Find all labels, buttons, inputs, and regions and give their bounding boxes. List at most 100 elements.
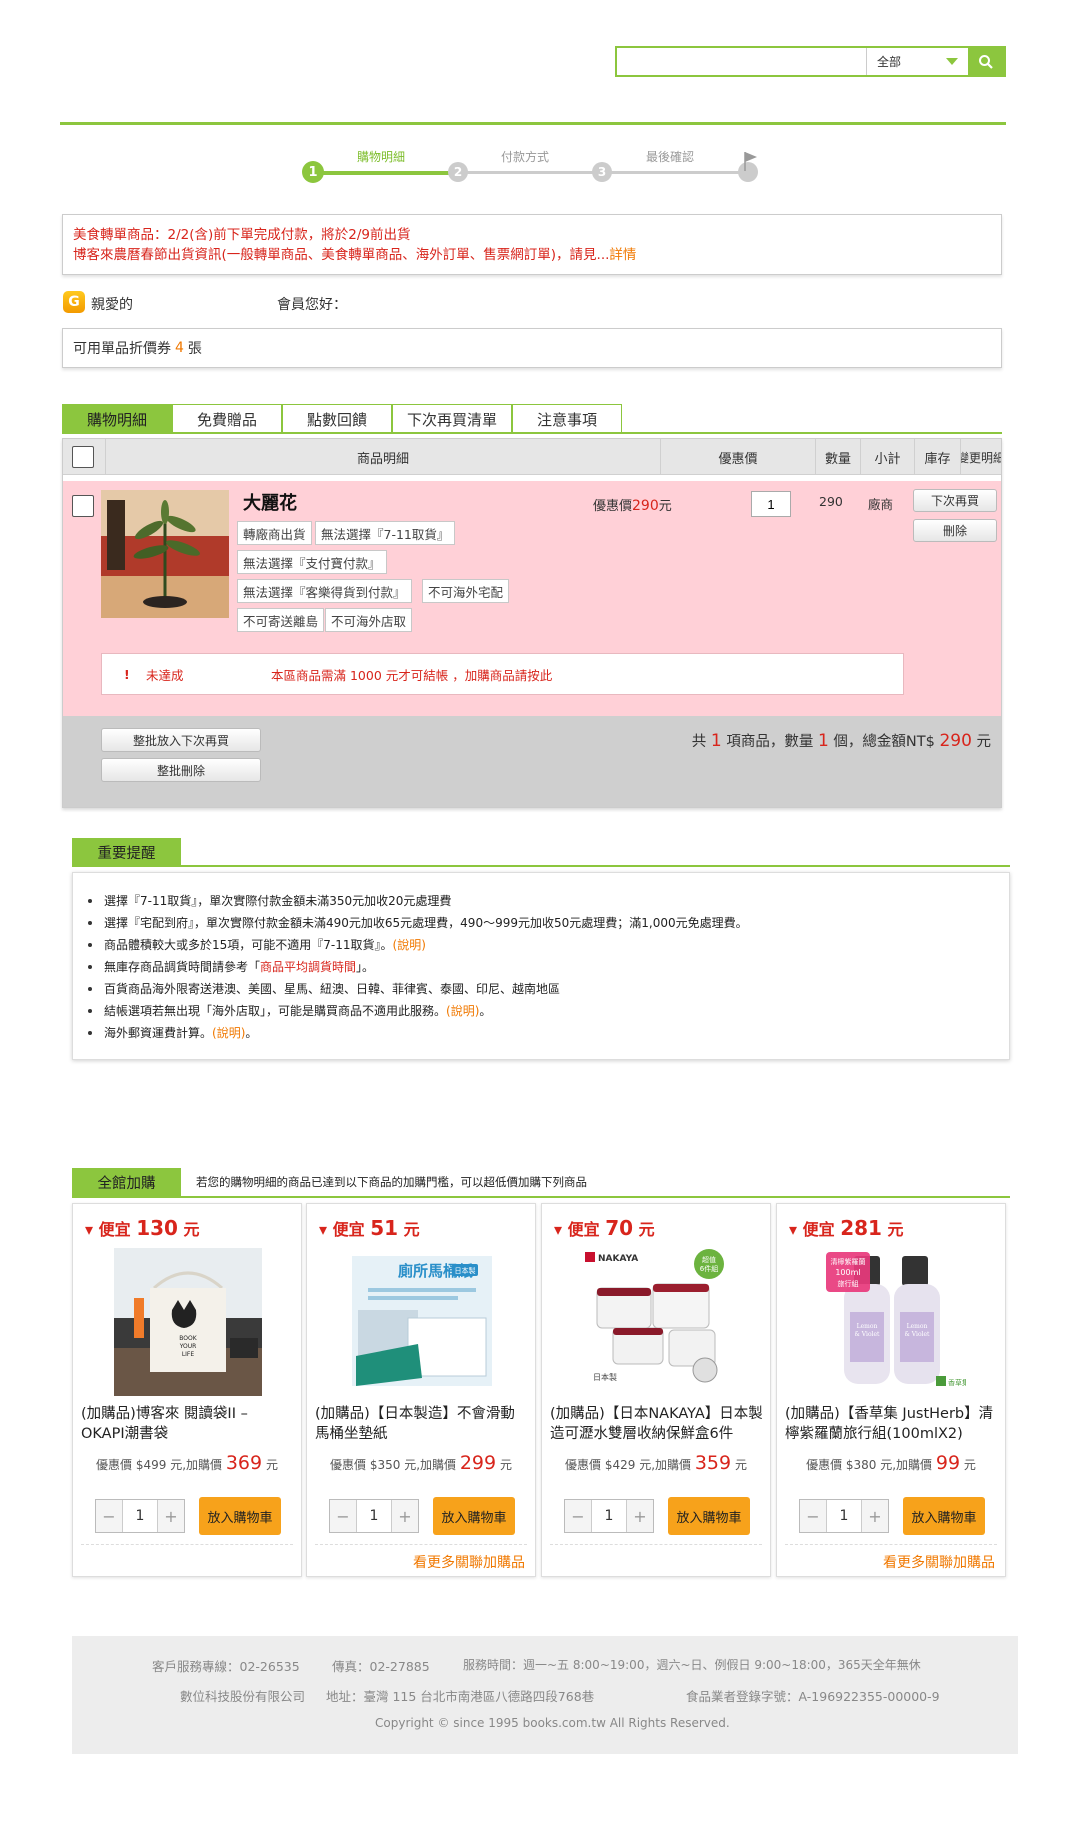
search-button[interactable] [968, 48, 1004, 75]
tag-no-alipay: 無法選擇『支付寶付款』 [237, 550, 387, 574]
addon-product-image[interactable]: NAKAYA 超值 6件組 日本製 [583, 1248, 731, 1396]
notice-item-text: 選擇『宅配到府』，單次實際付款金額未滿490元加收65元處理費，490～999元… [104, 916, 748, 930]
transfer-time-link[interactable]: 商品平均調貨時間 [260, 960, 356, 974]
minus-button[interactable]: − [565, 1500, 591, 1532]
quantity-value[interactable]: 1 [591, 1500, 627, 1532]
notice-item-text: 商品體積較大或多於15項，可能不適用『7-11取貨』。 [104, 938, 393, 952]
add-to-cart-button[interactable]: 放入購物車 [668, 1497, 750, 1535]
addon-product-name[interactable]: (加購品)【香草集 JustHerb】清檸紫羅蘭旅行組(100mlX2) [785, 1404, 999, 1444]
save-prefix: 便宜 [802, 1220, 835, 1239]
minus-button[interactable]: − [330, 1500, 356, 1532]
save-value: 51 [370, 1216, 399, 1240]
plus-button[interactable]: + [627, 1500, 653, 1532]
coupon-count[interactable]: 4 [175, 340, 184, 356]
add-to-cart-button[interactable]: 放入購物車 [903, 1497, 985, 1535]
col-header-discount: 優惠價 [660, 439, 815, 475]
item-price-value: 290 [632, 498, 659, 514]
label-text-1: 清檸紫羅蘭 [831, 1257, 866, 1266]
tag-no-overseas-delivery: 不可海外宅配 [422, 579, 510, 603]
step-2-circle: 2 [448, 162, 468, 182]
minus-button[interactable]: − [800, 1500, 826, 1532]
search-input[interactable] [617, 48, 866, 75]
notice-item: 選擇『宅配到府』，單次實際付款金額未滿490元加收65元處理費，490～999元… [88, 912, 748, 934]
plus-button[interactable]: + [862, 1500, 888, 1532]
notice-explain-link[interactable]: (說明) [212, 1026, 245, 1040]
tab-notes[interactable]: 注意事項 [512, 404, 622, 433]
select-all-checkbox[interactable] [72, 446, 94, 468]
plus-button[interactable]: + [158, 1500, 184, 1532]
product-name[interactable]: 大麗花 [243, 489, 297, 515]
brand-mark: 香草集 [948, 1378, 966, 1387]
tab-free-gifts[interactable]: 免費贈品 [172, 404, 282, 433]
save-unit: 元 [403, 1220, 420, 1239]
tag-no-cod: 無法選擇『客樂得貨到付款』 [237, 579, 412, 603]
notice-explain-link[interactable]: (說明) [446, 1004, 479, 1018]
item-subtotal: 290 [819, 494, 843, 509]
item-price-label: 優惠價 [593, 499, 633, 514]
card-divider [785, 1544, 997, 1545]
product-image[interactable] [101, 490, 229, 618]
tab-buy-later-list[interactable]: 下次再買清單 [392, 404, 512, 433]
addon-product-image[interactable]: BOOK YOUR LIFE [114, 1248, 262, 1396]
save-prefix: 便宜 [98, 1220, 131, 1239]
more-addons-link[interactable]: 看更多關聯加購品 [413, 1552, 525, 1572]
search-bar: 全部 [615, 46, 1006, 77]
minus-button[interactable]: − [96, 1500, 122, 1532]
addon-save-amount: ▾ 便宜 281 元 [789, 1216, 904, 1240]
item-checkbox[interactable] [72, 495, 94, 517]
summary-p1: 共 [691, 734, 707, 750]
quantity-stepper: −1 + [799, 1499, 889, 1533]
summary-total: 290 [939, 731, 972, 751]
save-unit: 元 [638, 1220, 655, 1239]
add-to-cart-button[interactable]: 放入購物車 [199, 1497, 281, 1535]
warning-add-on-link[interactable]: 本區商品需滿 1000 元才可結帳 ，加購商品請按此 [271, 665, 552, 684]
plus-button[interactable]: + [392, 1500, 418, 1532]
announcement-detail-link[interactable]: 詳情 [609, 247, 636, 263]
step-1-label: 購物明細 [357, 150, 406, 164]
book-text-1: BOOK [179, 1335, 197, 1342]
notice-item: 商品體積較大或多於15項，可能不適用『7-11取貨』。(說明) [88, 934, 748, 956]
batch-delete-button[interactable]: 整批刪除 [101, 758, 261, 782]
notice-item-text: 結帳選項若無出現「海外店取」，可能是購買商品不適用此服務。 [104, 1004, 447, 1018]
addon-product-name[interactable]: (加購品)【日本製造】不會滑動馬桶坐墊紙 [315, 1404, 529, 1444]
label-text-2: 100ml [835, 1268, 860, 1277]
notice-item-after: 」。 [356, 960, 375, 974]
search-category-select[interactable]: 全部 [866, 48, 968, 75]
notice-explain-link[interactable]: (說明) [393, 938, 426, 952]
save-value: 130 [136, 1216, 178, 1240]
save-prefix: 便宜 [567, 1220, 600, 1239]
badge-text-1: 超值 [702, 1255, 716, 1264]
footer-address: 地址：臺灣 115 台北市南港區八德路四段768巷 [326, 1689, 595, 1704]
delete-button[interactable]: 刪除 [913, 519, 997, 542]
addon-product-name[interactable]: (加購品)博客來 閱讀袋II – OKAPI潮書袋 [81, 1404, 295, 1444]
tab-points[interactable]: 點數回饋 [282, 404, 392, 433]
coupon-box: 可用單品折價券 4 張 [62, 328, 1002, 368]
addon-price-value: 359 [694, 1452, 732, 1474]
pkg-badge: 日本製 [455, 1266, 476, 1275]
quantity-value[interactable]: 1 [356, 1500, 392, 1532]
add-to-cart-button[interactable]: 放入購物車 [433, 1497, 515, 1535]
footer-food-license: 食品業者登錄字號：A-196922355-00000-9 [686, 1689, 940, 1704]
addon-product-image[interactable]: Lemon & Violet Lemon & Violet 清檸紫羅蘭 100m… [818, 1248, 966, 1396]
addon-product-image[interactable]: 廁所馬桶紙 日本製 [348, 1248, 496, 1396]
item-qty-input[interactable] [751, 491, 791, 517]
tabs-underline [62, 432, 1002, 434]
coupon-unit: 張 [187, 341, 202, 357]
notice-list: 選擇『7-11取貨』，單次實際付款金額未滿350元加收20元處理費 選擇『宅配到… [88, 890, 748, 1044]
tab-cart-details[interactable]: 購物明細 [62, 404, 172, 433]
batch-move-button[interactable]: 整批放入下次再買 [101, 728, 261, 752]
label-text-3: 旅行組 [838, 1279, 859, 1288]
search-category-value: 全部 [877, 55, 902, 69]
notice-item-text: 選擇『7-11取貨』，單次實際付款金額未滿350元加收20元處理費 [104, 894, 452, 908]
notice-item: 選擇『7-11取貨』，單次實際付款金額未滿350元加收20元處理費 [88, 890, 748, 912]
notice-item: 海外郵資運費計算。(說明)。 [88, 1022, 748, 1044]
summary-p3: 個，總金額NT$ [833, 734, 935, 750]
quantity-value[interactable]: 1 [826, 1500, 862, 1532]
quantity-value[interactable]: 1 [122, 1500, 158, 1532]
notice-tab: 重要提醒 [72, 838, 181, 866]
more-addons-link[interactable]: 看更多關聯加購品 [883, 1552, 995, 1572]
warning-icon: ! [124, 666, 130, 682]
next-buy-button[interactable]: 下次再買 [913, 489, 997, 512]
addon-price-value: 369 [225, 1452, 263, 1474]
addon-product-name[interactable]: (加購品)【日本NAKAYA】日本製造可瀝水雙層收納保鮮盒6件 [550, 1404, 764, 1444]
